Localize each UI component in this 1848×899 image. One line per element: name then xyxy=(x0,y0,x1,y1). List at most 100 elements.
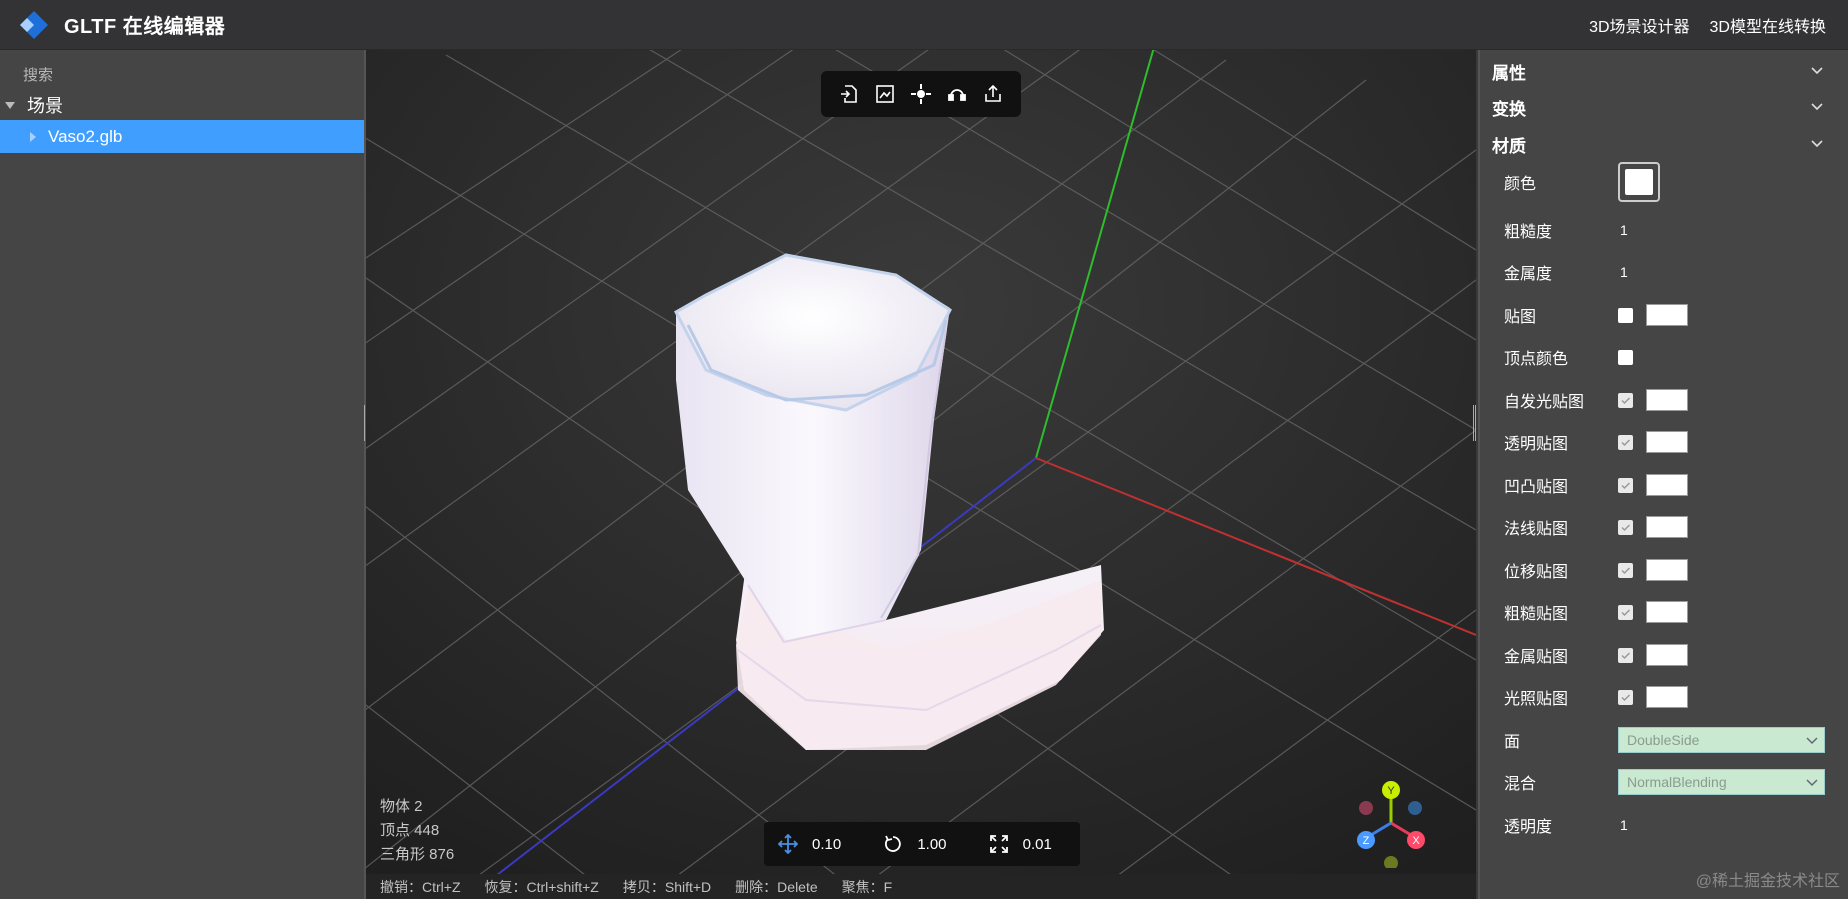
tree-node-label: Vaso2.glb xyxy=(48,126,123,146)
light-map-checkbox[interactable] xyxy=(1618,689,1633,705)
reset-view-icon[interactable] xyxy=(944,81,970,107)
roughness-map-row: 粗糙贴图 xyxy=(1480,594,1848,630)
alpha-map-checkbox[interactable] xyxy=(1618,434,1633,450)
section-title: 变换 xyxy=(1492,99,1526,119)
section-transform[interactable]: 变换 xyxy=(1480,89,1848,125)
roughness-map-texture-slot[interactable] xyxy=(1646,601,1688,623)
gizmo-neg-x[interactable] xyxy=(1359,801,1373,815)
gizmo-z-label: Z xyxy=(1363,835,1370,847)
translate-snap-control[interactable]: 0.10 xyxy=(778,834,869,854)
shortcut-hints: 撤销：Ctrl+Z 恢复：Ctrl+shift+Z 拷贝：Shift+D 删除：… xyxy=(366,874,1476,899)
roughness-input[interactable]: 1 xyxy=(1620,222,1628,238)
scale-icon[interactable] xyxy=(989,834,1009,854)
side-select[interactable]: DoubleSide xyxy=(1618,727,1825,753)
opacity-input[interactable]: 1 xyxy=(1620,817,1628,833)
tree-node-scene[interactable]: 场景 xyxy=(0,90,364,120)
snap-controls: 0.10 1.00 0.01 xyxy=(764,822,1080,866)
gizmo-neg-y[interactable] xyxy=(1384,856,1398,868)
normal-map-checkbox[interactable] xyxy=(1618,519,1633,535)
chevron-down-icon[interactable] xyxy=(1810,100,1824,114)
check-icon xyxy=(1621,523,1631,531)
side-select-value: DoubleSide xyxy=(1627,732,1700,748)
gizmo-neg-z[interactable] xyxy=(1408,801,1422,815)
prop-label: 混合 xyxy=(1504,776,1537,793)
light-map-row: 光照贴图 xyxy=(1480,679,1848,715)
focus-target-icon[interactable] xyxy=(908,81,934,107)
blending-row: 混合 NormalBlending xyxy=(1480,764,1848,800)
right-splitter-handle[interactable] xyxy=(1473,405,1476,441)
shortcut-delete: 删除：Delete xyxy=(735,878,818,895)
vertex-colors-checkbox[interactable] xyxy=(1618,349,1633,365)
shortcut-undo: 撤销：Ctrl+Z xyxy=(380,878,461,895)
translate-snap-value[interactable]: 0.10 xyxy=(812,836,841,853)
map-texture-slot[interactable] xyxy=(1646,304,1688,326)
section-title: 材质 xyxy=(1492,136,1526,156)
chevron-down-icon[interactable] xyxy=(1810,64,1824,78)
prop-label: 粗糙度 xyxy=(1504,224,1553,241)
roughness-map-checkbox[interactable] xyxy=(1618,604,1633,620)
rotate-snap-value[interactable]: 1.00 xyxy=(917,836,946,853)
move-icon[interactable] xyxy=(778,834,798,854)
emissive-map-texture-slot[interactable] xyxy=(1646,389,1688,411)
axis-gizmo[interactable]: Y X Z xyxy=(1346,778,1436,868)
emissive-map-checkbox[interactable] xyxy=(1618,392,1633,408)
chevron-down-icon[interactable] xyxy=(1810,137,1824,151)
share-export-icon[interactable] xyxy=(980,81,1006,107)
color-picker[interactable] xyxy=(1618,162,1660,202)
check-icon xyxy=(1621,693,1631,701)
map-row: 贴图 xyxy=(1480,297,1848,333)
alpha-map-texture-slot[interactable] xyxy=(1646,431,1688,453)
collapse-arrow-icon[interactable] xyxy=(30,131,36,142)
scale-snap-control[interactable]: 0.01 xyxy=(989,834,1080,854)
object-count: 物体 2 xyxy=(380,798,423,815)
rotate-icon[interactable] xyxy=(883,834,903,854)
prop-label: 透明度 xyxy=(1504,819,1553,836)
chevron-down-icon[interactable] xyxy=(1806,778,1818,788)
blending-select[interactable]: NormalBlending xyxy=(1618,769,1825,795)
light-map-texture-slot[interactable] xyxy=(1646,686,1688,708)
vertex-count: 顶点 448 xyxy=(380,822,440,839)
metalness-map-texture-slot[interactable] xyxy=(1646,644,1688,666)
displacement-map-checkbox[interactable] xyxy=(1618,562,1633,578)
bump-map-texture-slot[interactable] xyxy=(1646,474,1688,496)
metalness-map-row: 金属贴图 xyxy=(1480,637,1848,673)
prop-label: 顶点颜色 xyxy=(1504,351,1569,368)
prop-label: 位移贴图 xyxy=(1504,564,1569,581)
scene-stats: 物体 2 顶点 448 三角形 876 xyxy=(380,795,454,867)
import-icon[interactable] xyxy=(836,81,862,107)
section-properties[interactable]: 属性 xyxy=(1480,53,1848,89)
rotate-snap-control[interactable]: 1.00 xyxy=(883,834,974,854)
metalness-row: 金属度 1 xyxy=(1480,254,1848,290)
bump-map-row: 凹凸贴图 xyxy=(1480,467,1848,503)
prop-label: 金属度 xyxy=(1504,266,1553,283)
map-checkbox[interactable] xyxy=(1618,307,1633,323)
check-icon xyxy=(1621,608,1631,616)
search-input[interactable]: 搜索 xyxy=(23,64,53,85)
displacement-map-texture-slot[interactable] xyxy=(1646,559,1688,581)
prop-label: 光照贴图 xyxy=(1504,691,1569,708)
metalness-map-checkbox[interactable] xyxy=(1618,647,1633,663)
chevron-down-icon[interactable] xyxy=(1806,736,1818,746)
color-swatch-fill xyxy=(1625,169,1653,195)
export-image-icon[interactable] xyxy=(872,81,898,107)
prop-label: 金属贴图 xyxy=(1504,649,1569,666)
top-bar: GLTF 在线编辑器 3D场景设计器 3D模型在线转换 xyxy=(0,0,1848,50)
model-converter-link[interactable]: 3D模型在线转换 xyxy=(1710,13,1826,37)
check-icon xyxy=(1621,651,1631,659)
roughness-row: 粗糙度 1 xyxy=(1480,212,1848,248)
prop-label: 自发光贴图 xyxy=(1504,394,1585,411)
scene-designer-link[interactable]: 3D场景设计器 xyxy=(1589,13,1689,37)
scale-snap-value[interactable]: 0.01 xyxy=(1023,836,1052,853)
watermark: @稀土掘金技术社区 xyxy=(1695,873,1840,890)
expand-arrow-icon[interactable] xyxy=(5,101,15,109)
bump-map-checkbox[interactable] xyxy=(1618,477,1633,493)
scene-canvas[interactable] xyxy=(366,50,1476,899)
side-row: 面 DoubleSide xyxy=(1480,722,1848,758)
section-material[interactable]: 材质 xyxy=(1480,126,1848,162)
tree-node-vaso2[interactable]: Vaso2.glb xyxy=(0,120,364,153)
3d-viewport[interactable]: 物体 2 顶点 448 三角形 876 0.10 1.00 0.01 Y X Z xyxy=(366,50,1476,899)
normal-map-texture-slot[interactable] xyxy=(1646,516,1688,538)
app-title: GLTF 在线编辑器 xyxy=(64,16,226,38)
prop-label: 面 xyxy=(1504,734,1521,751)
metalness-input[interactable]: 1 xyxy=(1620,264,1628,280)
